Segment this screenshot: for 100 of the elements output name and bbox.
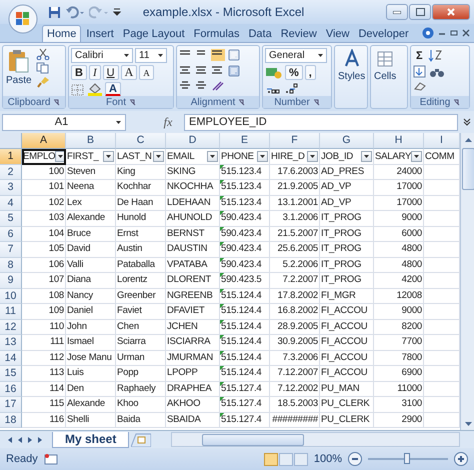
column-header[interactable]: A — [22, 133, 66, 149]
table-cell: Hunold — [116, 211, 166, 226]
table-cell: 103 — [22, 211, 66, 226]
table-cell: 2900 — [374, 412, 424, 428]
table-cell: Kochhar — [116, 180, 166, 196]
group-label: Font — [106, 96, 126, 108]
table-cell: 7700 — [374, 335, 424, 350]
column-header[interactable]: H — [374, 133, 424, 149]
paste-button[interactable]: Paste — [5, 48, 33, 87]
table-cell: 515.124.4 — [220, 350, 270, 366]
column-header[interactable]: C — [116, 133, 166, 149]
font-name-field[interactable]: Calibri — [71, 48, 133, 63]
table-cell: Chen — [116, 320, 166, 335]
grow-font-button[interactable]: A — [120, 65, 138, 80]
table-cell: 104 — [22, 226, 66, 242]
table-cell: FI_ACCOU — [320, 366, 374, 382]
table-header-cell[interactable]: JOB_ID — [320, 149, 374, 164]
ribbon-tab[interactable]: Review — [276, 25, 321, 42]
row-header[interactable]: 6 — [0, 226, 22, 242]
table-cell: PU_MAN — [320, 382, 374, 397]
column-header[interactable]: E — [220, 133, 270, 149]
row-header[interactable]: 7 — [0, 242, 22, 258]
formula-field[interactable]: EMPLOYEE_ID — [184, 114, 458, 130]
table-cell: 17.8.2002 — [270, 288, 320, 304]
table-cell: 7800 — [374, 350, 424, 366]
row-header[interactable]: 14 — [0, 350, 22, 366]
row-header[interactable]: 4 — [0, 196, 22, 211]
column-header[interactable]: I — [424, 133, 460, 149]
table-cell: PU_CLERK — [320, 412, 374, 428]
ribbon-tab[interactable]: Data — [244, 25, 276, 42]
row-header[interactable]: 3 — [0, 180, 22, 196]
row-header[interactable]: 16 — [0, 382, 22, 397]
table-header-cell[interactable]: PHONE — [220, 149, 270, 164]
table-cell: 590.423.4 — [220, 258, 270, 273]
table-header-cell[interactable]: HIRE_D — [270, 149, 320, 164]
table-cell: 7.2.2007 — [270, 273, 320, 288]
table-cell: Shelli — [66, 412, 116, 428]
table-cell: 515.123.4 — [220, 196, 270, 211]
table-cell: 515.123.4 — [220, 180, 270, 196]
row-header[interactable]: 5 — [0, 211, 22, 226]
cells-button[interactable]: Cells — [373, 48, 398, 83]
table-cell: LDEHAAN — [166, 196, 220, 211]
table-cell: 590.423.4 — [220, 242, 270, 258]
table-cell: 100 — [22, 164, 66, 180]
table-cell: 515.124.4 — [220, 320, 270, 335]
table-cell: 30.9.2005 — [270, 335, 320, 350]
row-header[interactable]: 9 — [0, 273, 22, 288]
ribbon-tab[interactable]: Home — [42, 25, 82, 42]
styles-button[interactable]: Styles — [337, 48, 366, 83]
table-cell: BERNST — [166, 226, 220, 242]
ribbon-tab[interactable]: Insert — [82, 25, 118, 42]
comma-button[interactable]: , — [304, 65, 316, 80]
table-header-cell[interactable]: LAST_N — [116, 149, 166, 164]
row-header[interactable]: 1 — [0, 149, 22, 164]
table-header-cell[interactable]: EMPLO — [22, 149, 66, 164]
table-cell: 24000 — [374, 164, 424, 180]
row-header[interactable]: 15 — [0, 366, 22, 382]
number-format-field[interactable]: General — [265, 48, 327, 63]
column-header[interactable]: G — [320, 133, 374, 149]
font-size-field[interactable]: 11 — [135, 48, 167, 63]
table-cell: Sciarra — [116, 335, 166, 350]
table-cell: NGREENB — [166, 288, 220, 304]
table-cell: Lorentz — [116, 273, 166, 288]
italic-button[interactable]: I — [88, 65, 101, 80]
column-header[interactable]: D — [166, 133, 220, 149]
table-cell: AD_PRES — [320, 164, 374, 180]
insert-function-button[interactable]: fx — [156, 114, 180, 130]
row-header[interactable]: 10 — [0, 288, 22, 304]
table-header-cell[interactable]: EMAIL — [166, 149, 220, 164]
underline-button[interactable]: U — [102, 65, 119, 80]
font-color-button[interactable]: A — [105, 82, 121, 97]
ribbon-tab[interactable]: View — [322, 25, 354, 42]
table-cell: Faviet — [116, 304, 166, 320]
sheet-tab[interactable]: My sheet — [52, 432, 130, 448]
shrink-font-button[interactable]: A — [139, 65, 154, 80]
row-header[interactable]: 17 — [0, 397, 22, 412]
ribbon-tab[interactable]: Page Layout — [118, 25, 189, 42]
row-header[interactable]: 18 — [0, 412, 22, 428]
row-header[interactable]: 12 — [0, 320, 22, 335]
column-title: HIRE_D — [271, 150, 305, 162]
column-title: EMAIL — [167, 150, 195, 162]
row-header[interactable]: 11 — [0, 304, 22, 320]
ribbon-tab[interactable]: Developer — [354, 25, 413, 42]
row-header[interactable]: 2 — [0, 164, 22, 180]
bold-button[interactable]: B — [71, 65, 87, 80]
table-cell: Valli — [66, 258, 116, 273]
column-header[interactable]: B — [66, 133, 116, 149]
table-cell: 21.9.2005 — [270, 180, 320, 196]
table-header-cell[interactable]: FIRST_ — [66, 149, 116, 164]
ribbon-tab[interactable]: Formulas — [190, 25, 244, 42]
autosum-button[interactable]: Σ — [413, 48, 426, 63]
percent-button[interactable]: % — [285, 65, 303, 80]
name-box[interactable]: A1 — [2, 114, 126, 130]
column-title: PHONE — [221, 150, 254, 162]
table-header-cell[interactable]: SALARY — [374, 149, 424, 164]
row-header[interactable]: 8 — [0, 258, 22, 273]
column-header[interactable]: F — [270, 133, 320, 149]
table-cell: 515.124.4 — [220, 366, 270, 382]
table-cell: Pataballa — [116, 258, 166, 273]
row-header[interactable]: 13 — [0, 335, 22, 350]
